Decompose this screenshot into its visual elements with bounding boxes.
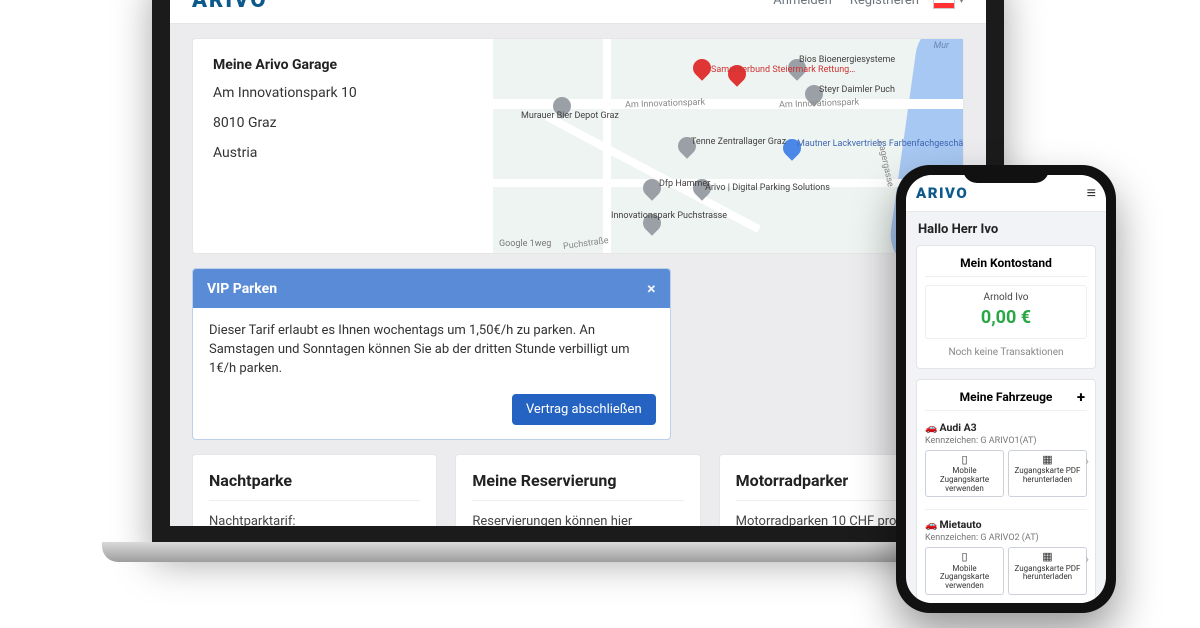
- card-body: Nachtparktarif:: [209, 513, 420, 526]
- login-link[interactable]: Anmelden: [773, 0, 832, 8]
- qr-icon: ▦: [1011, 551, 1084, 563]
- conclude-contract-button[interactable]: Vertrag abschließen: [512, 394, 656, 425]
- brand-logo: ARIVO: [192, 0, 268, 13]
- card-title: Nachtparke: [209, 471, 420, 501]
- account-balance-card: Mein Kontostand Arnold Ivo 0,00 € Noch k…: [916, 245, 1096, 369]
- vehicle-plate: Kennzeichen: G ARIVO1(AT): [925, 436, 1087, 446]
- register-link[interactable]: Registrieren: [850, 0, 919, 8]
- poi-murauer: Murauer Bier Depot Graz: [521, 111, 619, 121]
- map-google-attr: Google 1weg: [499, 239, 551, 249]
- phone-frame: ARIVO ≡ Hallo Herr Ivo Mein Kontostand A…: [896, 165, 1116, 613]
- car-icon: 🚗: [925, 520, 937, 531]
- chevron-right-icon[interactable]: ›: [1085, 552, 1089, 566]
- poi-samariter: Samariterbund Steiermark Rettung…: [711, 65, 855, 75]
- phone-icon: ▯: [928, 454, 1001, 466]
- card-body: Reservierungen können hier vorgenommen w…: [472, 513, 683, 526]
- mobile-site: ARIVO ≡ Hallo Herr Ivo Mein Kontostand A…: [906, 175, 1106, 603]
- account-balance: 0,00 €: [930, 307, 1082, 328]
- add-vehicle-icon[interactable]: +: [1077, 388, 1085, 406]
- bottom-card-row: Nachtparke Nachtparktarif: Meine Reservi…: [192, 454, 964, 526]
- poi-innopark: Innovationspark Puchstrasse: [611, 211, 727, 221]
- laptop-screen: ARIVO Anmelden Registrieren ▾ Meine Ariv…: [152, 0, 1004, 544]
- pdf-access-card-button[interactable]: ▦Zugangskarte PDF herunterladen: [1008, 547, 1087, 594]
- poi-dfp: Dfp Hammer: [659, 179, 710, 189]
- account-name: Arnold Ivo: [930, 292, 1082, 303]
- poi-tenne: Tenne Zentrallager Graz: [691, 137, 786, 147]
- garage-city: 8010 Graz: [213, 115, 473, 131]
- vehicles-heading: Meine Fahrzeuge +: [925, 390, 1087, 411]
- vip-panel-header: VIP Parken ×: [193, 269, 670, 308]
- poi-arivo: Arivo | Digital Parking Solutions: [705, 183, 830, 193]
- card-title: Meine Reservierung: [472, 471, 683, 501]
- chevron-right-icon[interactable]: ›: [1085, 454, 1089, 468]
- vehicles-card: Meine Fahrzeuge + 🚗Audi A3 Kennzeichen: …: [916, 379, 1096, 603]
- vehicle-name: Audi A3: [939, 421, 976, 434]
- garage-title: Meine Arivo Garage: [213, 57, 473, 73]
- garage-country: Austria: [213, 145, 473, 161]
- car-icon: 🚗: [925, 423, 937, 434]
- phone-icon: ▯: [928, 551, 1001, 563]
- garage-info: Meine Arivo Garage Am Innovationspark 10…: [193, 39, 493, 253]
- close-icon[interactable]: ×: [647, 279, 656, 298]
- vehicle-name: Mietauto: [939, 518, 981, 531]
- vehicle-row[interactable]: 🚗Mietauto Kennzeichen: G ARIVO2 (AT) ▯Mo…: [925, 516, 1087, 600]
- poi-bios: Bios Bioenergiesysteme: [799, 55, 895, 65]
- page-canvas: Meine Arivo Garage Am Innovationspark 10…: [170, 24, 986, 526]
- night-parking-card[interactable]: Nachtparke Nachtparktarif:: [192, 454, 437, 526]
- balance-heading: Mein Kontostand: [925, 256, 1087, 277]
- vip-description: Dieser Tarif erlaubt es Ihnen wochentags…: [209, 323, 630, 376]
- desktop-site: ARIVO Anmelden Registrieren ▾ Meine Ariv…: [170, 0, 986, 526]
- hamburger-icon[interactable]: ≡: [1087, 183, 1096, 203]
- locale-caret-icon[interactable]: ▾: [959, 0, 964, 6]
- pdf-access-card-button[interactable]: ▦Zugangskarte PDF herunterladen: [1008, 450, 1087, 497]
- mobile-access-card-button[interactable]: ▯Mobile Zugangskarte verwenden: [925, 547, 1004, 594]
- greeting: Hallo Herr Ivo: [916, 222, 1096, 237]
- garage-street: Am Innovationspark 10: [213, 85, 473, 101]
- account-note: Noch keine Transaktionen: [925, 347, 1087, 358]
- vehicle-plate: Kennzeichen: G ARIVO2 (AT): [925, 533, 1087, 543]
- vip-title: VIP Parken: [207, 281, 277, 297]
- brand-logo: ARIVO: [916, 184, 968, 202]
- garage-card: Meine Arivo Garage Am Innovationspark 10…: [192, 38, 964, 254]
- vehicle-row[interactable]: 🚗Audi A3 Kennzeichen: G ARIVO1(AT) ▯Mobi…: [925, 419, 1087, 503]
- reservation-card[interactable]: Meine Reservierung Reservierungen können…: [455, 454, 700, 526]
- top-nav: ARIVO Anmelden Registrieren ▾: [170, 0, 986, 24]
- qr-icon: ▦: [1011, 454, 1084, 466]
- map-widget[interactable]: Mur Samariterbund Steiermark Rettung…: [493, 39, 963, 253]
- river-label: Mur: [934, 41, 949, 51]
- mobile-access-card-button[interactable]: ▯Mobile Zugangskarte verwenden: [925, 450, 1004, 497]
- vip-parken-panel: VIP Parken × Dieser Tarif erlaubt es Ihn…: [192, 268, 671, 440]
- poi-steyr: Steyr Daimler Puch: [819, 85, 895, 95]
- locale-flag-icon[interactable]: [933, 0, 955, 9]
